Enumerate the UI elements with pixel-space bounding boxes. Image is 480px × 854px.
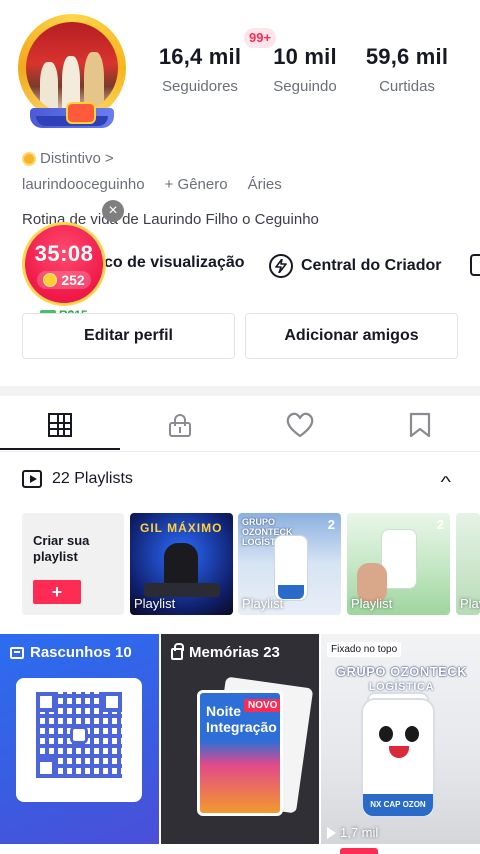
lock-icon [171, 643, 184, 660]
bolt-icon [269, 254, 293, 278]
timer-coins-value: 252 [61, 272, 85, 288]
timer-countdown: 35:08 [34, 241, 94, 266]
playlist-count: 2 [436, 517, 444, 532]
edit-profile-button[interactable]: Editar perfil [22, 313, 235, 359]
add-gender-link[interactable]: + Gênero [165, 176, 228, 193]
content-tabs [0, 398, 480, 452]
chevron-up-icon[interactable]: ^ [440, 474, 451, 492]
coin-icon [43, 273, 58, 287]
lock-icon [168, 413, 192, 437]
zodiac-tag[interactable]: Áries [248, 176, 282, 193]
stat-following[interactable]: 10 mil Seguindo [266, 44, 344, 95]
create-playlist-card[interactable]: Criar sua playlist + [22, 513, 124, 615]
active-tab-indicator [0, 448, 120, 450]
badge-label: Distintivo [40, 150, 101, 167]
pinned-video-tile[interactable]: Fixado no topo GRUPO OZONTECK LOGÍSTICA … [321, 634, 480, 844]
profile-avatar[interactable] [16, 12, 132, 130]
qr-finder [36, 758, 56, 778]
qr-finder [102, 692, 122, 712]
bottle-label-band: NX CAP OZON [363, 794, 433, 816]
playlist-label: Playlist [460, 596, 480, 611]
bookmark-icon [409, 412, 431, 438]
view-count-value: 1,7 mil [340, 825, 379, 840]
play-icon [327, 826, 336, 839]
create-playlist-button[interactable]: + [33, 580, 81, 604]
tab-videos[interactable] [0, 398, 120, 452]
watch-history-label: co de visualização [104, 254, 245, 271]
tab-private[interactable] [120, 398, 240, 452]
qr-code [36, 692, 122, 778]
create-playlist-label: Criar sua playlist [33, 533, 90, 564]
badge-link[interactable]: Distintivo > [22, 150, 114, 167]
drafts-title: Rascunhos 10 [10, 644, 132, 661]
close-icon[interactable]: × [102, 200, 124, 222]
playlists-count-label: 22 Playlists [52, 470, 133, 487]
chevron-right-icon: > [104, 150, 114, 167]
playlist-icon [22, 470, 42, 488]
view-count: 1,7 mil [327, 825, 378, 840]
playlist-count: 2 [327, 517, 335, 532]
playlist-thumb-deck [144, 583, 220, 597]
mascot-eye [379, 726, 393, 742]
avatar-photo [26, 22, 118, 114]
playlist-label: Playlist [134, 596, 176, 611]
stat-label: Seguidores [162, 78, 238, 95]
memories-tile[interactable]: Memórias 23 Noite Integração NOVO [161, 634, 319, 844]
playlists-header[interactable]: 22 Playlists [22, 470, 133, 488]
memory-card: Noite Integração NOVO [197, 690, 283, 816]
drafts-tile[interactable]: Rascunhos 10 @LAURINDOFILHO10 [0, 634, 159, 844]
memories-label: Memórias 23 [189, 644, 280, 661]
stat-label: Curtidas [379, 78, 435, 95]
more-actions-icon[interactable] [470, 254, 480, 276]
username: laurindooceguinho [22, 176, 145, 193]
edit-profile-label: Editar perfil [84, 327, 173, 344]
tab-liked[interactable] [240, 398, 360, 452]
playlist-card[interactable]: 2 Playlist [347, 513, 450, 615]
watch-history-link[interactable]: co de visualização [104, 254, 245, 272]
drafts-label: Rascunhos 10 [30, 644, 132, 661]
badge-coin-icon [22, 151, 36, 166]
instagram-icon [70, 726, 88, 744]
playlist-thumb-figure [164, 543, 198, 587]
drafts-box-icon [10, 646, 24, 659]
stat-value: 10 mil [273, 44, 337, 69]
profile-tags: laurindooceguinho + Gênero Áries [22, 176, 282, 193]
product-name: NX CAP OZON [370, 800, 426, 809]
stat-value: 59,6 mil [365, 44, 449, 69]
add-friends-button[interactable]: Adicionar amigos [245, 313, 458, 359]
memories-title: Memórias 23 [171, 643, 280, 661]
playlist-label: Playlist [351, 596, 393, 611]
playlist-card[interactable]: Playlist [456, 513, 480, 615]
creator-center-label: Central do Criador [301, 257, 442, 274]
playlist-card[interactable]: GRUPO OZONTECK LOGÍSTICA 2 Playlist [238, 513, 341, 615]
avatar-frame-badge [66, 102, 96, 124]
stat-followers[interactable]: 16,4 mil Seguidores [156, 44, 244, 95]
timer-coins: 252 [37, 271, 91, 289]
creator-center-link[interactable]: Central do Criador [269, 254, 441, 278]
qr-finder [36, 692, 56, 712]
stat-value: 16,4 mil [158, 44, 242, 69]
pinned-brand: GRUPO OZONTECK [335, 664, 468, 679]
playlist-label: Playlist [242, 596, 284, 611]
section-divider [0, 386, 480, 396]
qr-handle-text: @LAURINDOFILHO10 [20, 780, 139, 792]
bottom-accent-bar [340, 848, 378, 854]
new-badge: NOVO [244, 699, 280, 712]
truncated-icon [470, 254, 480, 276]
playlist-overlay-text: GIL MÁXIMO [140, 521, 223, 535]
grid-icon [48, 413, 72, 437]
heart-icon [286, 412, 314, 438]
mascot-eye [405, 726, 419, 742]
pinned-tag: Fixado no topo [327, 642, 402, 657]
add-friends-label: Adicionar amigos [284, 327, 419, 344]
tab-saved[interactable] [360, 398, 480, 452]
reward-timer-widget[interactable]: 35:08 252 [22, 222, 106, 306]
stat-label: Seguindo [273, 78, 337, 95]
stat-likes[interactable]: 59,6 mil Curtidas [360, 44, 454, 95]
playlist-card[interactable]: GIL MÁXIMO Playlist [130, 513, 233, 615]
